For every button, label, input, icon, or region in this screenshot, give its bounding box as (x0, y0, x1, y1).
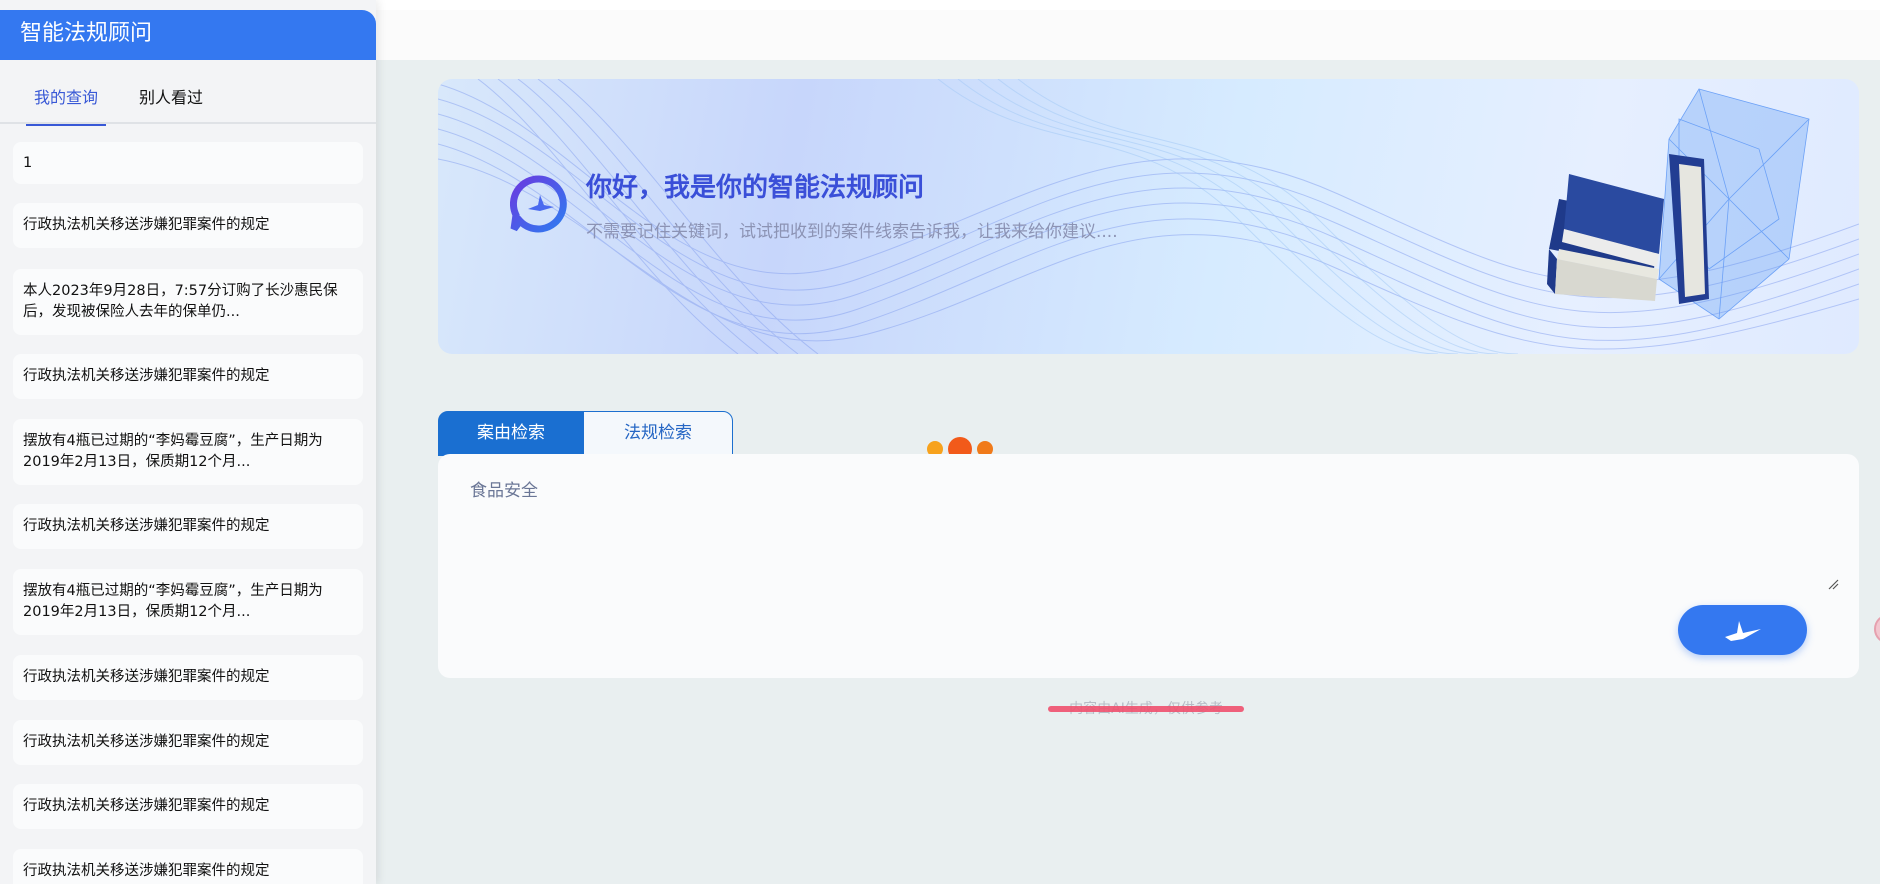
tab-case-search[interactable]: 案由检索 (438, 411, 584, 456)
bird-send-icon (1724, 621, 1761, 641)
law-books-illustration (1547, 88, 1810, 320)
query-input[interactable]: 食品安全 (470, 476, 1810, 586)
history-item[interactable]: 摆放有4瓶已过期的“李妈霉豆腐”，生产日期为2019年2月13日，保质期12个月… (13, 419, 363, 485)
disclaimer-strike (1048, 706, 1244, 712)
app-title: 智能法规顾问 (0, 10, 376, 60)
history-item[interactable]: 行政执法机关移送涉嫌犯罪案件的规定 (13, 784, 363, 829)
floating-button[interactable] (1874, 614, 1880, 644)
history-item[interactable]: 行政执法机关移送涉嫌犯罪案件的规定 (13, 504, 363, 549)
history-item[interactable]: 行政执法机关移送涉嫌犯罪案件的规定 (13, 849, 363, 884)
query-card: 食品安全 (438, 454, 1859, 678)
banner-subtitle: 不需要记住关键词，试试把收到的案件线索告诉我，让我来给你建议.... (586, 222, 1118, 242)
banner-title: 你好，我是你的智能法规顾问 (586, 173, 925, 203)
chat-bubble-bird-icon (510, 175, 567, 233)
history-item[interactable]: 1 (13, 142, 363, 184)
sidebar: 智能法规顾问 我的查询 别人看过 1 行政执法机关移送涉嫌犯罪案件的规定 本人2… (0, 0, 376, 884)
history-item[interactable]: 行政执法机关移送涉嫌犯罪案件的规定 (13, 720, 363, 765)
history-item[interactable]: 本人2023年9月28日，7:57分订购了长沙惠民保后，发现被保险人去年的保单仍… (13, 269, 363, 335)
welcome-banner: 你好，我是你的智能法规顾问 不需要记住关键词，试试把收到的案件线索告诉我，让我来… (438, 79, 1859, 354)
resize-grip-icon[interactable] (1827, 578, 1839, 590)
history-item[interactable]: 行政执法机关移送涉嫌犯罪案件的规定 (13, 655, 363, 700)
history-item[interactable]: 行政执法机关移送涉嫌犯罪案件的规定 (13, 203, 363, 248)
history-item[interactable]: 行政执法机关移送涉嫌犯罪案件的规定 (13, 354, 363, 399)
top-bar (376, 10, 1880, 60)
tab-others-viewed[interactable]: 别人看过 (139, 70, 203, 124)
tab-law-search[interactable]: 法规检索 (583, 411, 733, 456)
history-item[interactable]: 摆放有4瓶已过期的“李妈霉豆腐”，生产日期为2019年2月13日，保质期12个月… (13, 569, 363, 635)
send-button[interactable] (1678, 605, 1807, 655)
sidebar-tabs: 我的查询 别人看过 (0, 70, 376, 126)
tab-my-queries[interactable]: 我的查询 (25, 70, 107, 126)
